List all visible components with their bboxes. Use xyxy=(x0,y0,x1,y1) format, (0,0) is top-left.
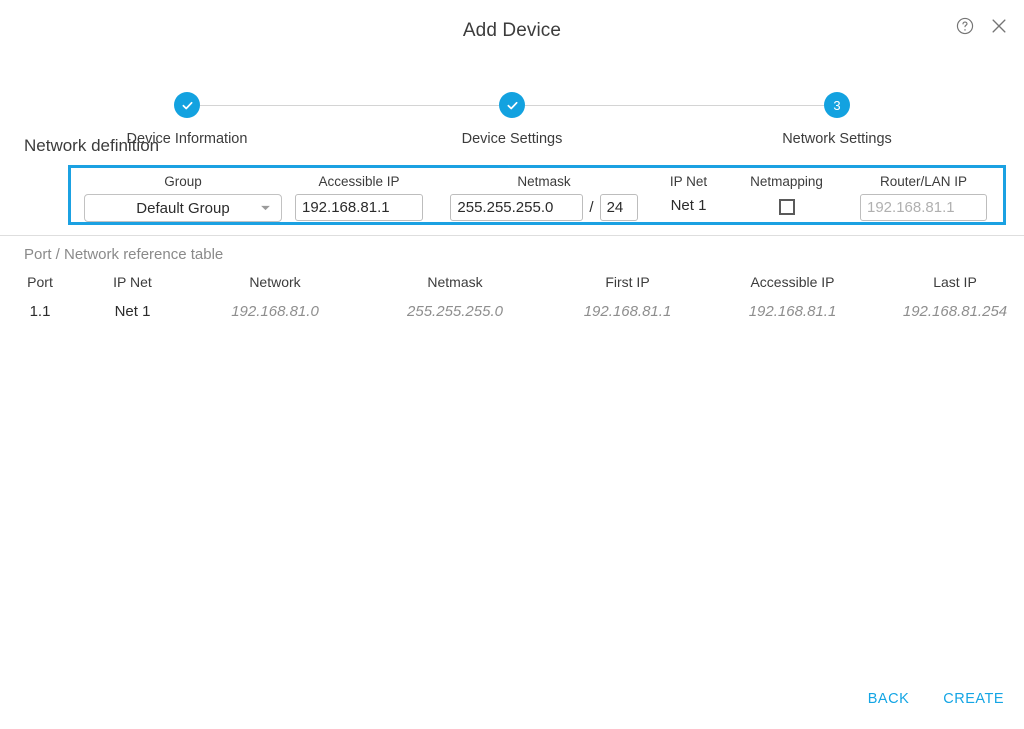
field-label-ip-net: IP Net xyxy=(669,174,708,189)
cell-last-ip: 192.168.81.254 xyxy=(902,303,1008,320)
stepper-step-label: Network Settings xyxy=(782,131,892,147)
column-header-network: Network xyxy=(249,274,301,290)
field-netmask: Netmask / xyxy=(449,168,639,221)
back-button[interactable]: BACK xyxy=(866,687,912,711)
close-icon[interactable] xyxy=(990,17,1008,35)
stepper-step-network-settings[interactable]: 3 Network Settings xyxy=(772,92,902,147)
port-network-reference-table: Port IP Net Network Netmask First IP Acc… xyxy=(0,274,1024,320)
step-marker-check-icon xyxy=(499,92,525,118)
field-label-netmapping: Netmapping xyxy=(750,174,823,189)
network-definition-panel: Group Default Group Accessible IP Netm xyxy=(68,165,1006,225)
help-circle-icon[interactable] xyxy=(956,17,974,35)
column-header-last-ip: Last IP xyxy=(933,274,977,290)
ip-net-value: Net 1 xyxy=(670,197,707,214)
cell-ip-net: Net 1 xyxy=(114,303,151,320)
stepper-step-device-settings[interactable]: Device Settings xyxy=(447,92,577,147)
column-header-ip-net: IP Net xyxy=(113,274,152,290)
create-button[interactable]: CREATE xyxy=(941,687,1006,711)
chevron-down-icon xyxy=(260,205,271,212)
network-definition-wrapper: Group Default Group Accessible IP Netm xyxy=(0,165,1024,225)
column-header-netmask: Netmask xyxy=(427,274,483,290)
column-header-port: Port xyxy=(27,274,53,290)
step-marker-check-icon xyxy=(174,92,200,118)
group-select[interactable]: Default Group xyxy=(84,194,282,222)
field-label-netmask: Netmask xyxy=(517,174,571,189)
stepper-step-label: Device Information xyxy=(126,131,248,147)
column-header-first-ip: First IP xyxy=(605,274,650,290)
cell-first-ip: 192.168.81.1 xyxy=(583,303,672,320)
column-header-accessible-ip: Accessible IP xyxy=(750,274,835,290)
netmask-separator: / xyxy=(589,199,594,216)
netmask-input[interactable] xyxy=(450,194,584,221)
field-group: Group Default Group xyxy=(83,168,283,222)
field-accessible-ip: Accessible IP xyxy=(293,168,425,221)
cell-network: 192.168.81.0 xyxy=(231,303,319,320)
header-actions xyxy=(956,17,1008,35)
cell-netmask: 255.255.255.0 xyxy=(407,303,503,320)
field-ip-net: IP Net Net 1 xyxy=(646,168,731,214)
field-label-group: Group xyxy=(164,174,202,189)
table-header-row: Port IP Net Network Netmask First IP Acc… xyxy=(0,274,1024,303)
dialog-footer: BACK CREATE xyxy=(866,687,1006,711)
reference-table-title: Port / Network reference table xyxy=(24,246,224,263)
stepper: Device Information Device Settings 3 Net… xyxy=(0,46,1024,147)
step-marker-number: 3 xyxy=(824,92,850,118)
page-title: Add Device xyxy=(462,20,562,41)
field-label-router-lan-ip: Router/LAN IP xyxy=(879,174,968,189)
field-netmapping: Netmapping xyxy=(739,168,834,215)
field-router-lan-ip: Router/LAN IP xyxy=(851,168,996,221)
group-select-value: Default Group xyxy=(136,199,230,217)
cell-accessible-ip: 192.168.81.1 xyxy=(748,303,837,320)
cell-port: 1.1 xyxy=(29,303,51,320)
table-row: 1.1 Net 1 192.168.81.0 255.255.255.0 192… xyxy=(0,303,1024,320)
field-label-accessible-ip: Accessible IP xyxy=(318,174,400,189)
stepper-step-device-information[interactable]: Device Information xyxy=(122,92,252,147)
netmapping-checkbox[interactable] xyxy=(778,199,795,215)
section-divider xyxy=(0,235,1024,236)
router-lan-ip-input[interactable] xyxy=(860,194,987,221)
netmask-prefix-input[interactable] xyxy=(599,194,638,221)
stepper-step-label: Device Settings xyxy=(461,131,563,147)
dialog-header: Add Device xyxy=(0,0,1024,44)
accessible-ip-input[interactable] xyxy=(295,194,423,221)
